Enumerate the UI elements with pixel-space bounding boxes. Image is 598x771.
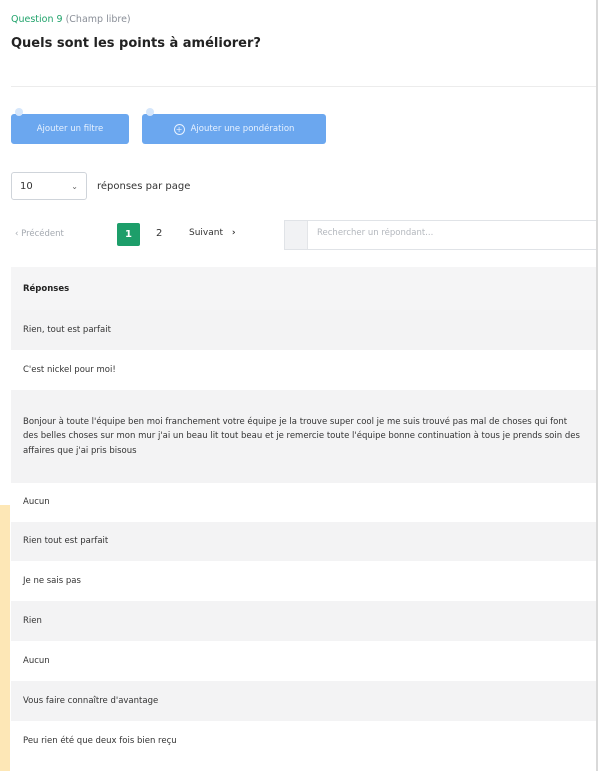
table-row: Peu rien été que deux fois bien reçu <box>11 721 596 761</box>
page-1-button[interactable]: 1 <box>117 223 140 246</box>
next-page-link[interactable]: Suivant › <box>189 228 236 238</box>
left-edge-strip <box>0 505 10 771</box>
table-row: Rien, tout est parfait <box>11 310 596 350</box>
question-title: Quels sont les points à améliorer? <box>11 36 261 51</box>
badge-dot-icon <box>146 108 154 116</box>
add-weighting-button[interactable]: + Ajouter une pondération <box>142 108 326 144</box>
question-number: Question 9 <box>11 14 63 25</box>
search-input[interactable] <box>315 227 589 239</box>
question-type: (Champ libre) <box>65 14 131 25</box>
add-filter-label: Ajouter un filtre <box>36 124 104 134</box>
search-addon <box>285 221 308 249</box>
table-row: Vous faire connaître d'avantage <box>11 681 596 721</box>
plus-circle-icon: + <box>173 123 185 135</box>
table-row: Aucun <box>11 483 596 522</box>
per-page-label: réponses par page <box>97 180 191 192</box>
page-2-button[interactable]: 2 <box>156 228 162 239</box>
per-page-value: 10 <box>20 180 33 192</box>
previous-label: Précédent <box>21 229 64 239</box>
next-label: Suivant <box>189 228 223 238</box>
chevron-left-icon: ‹ <box>15 229 19 239</box>
chevron-right-icon: › <box>231 228 236 238</box>
question-header: Question 9 (Champ libre) <box>11 14 131 25</box>
per-page-control: 10 ⌄ réponses par page <box>11 171 190 201</box>
table-row: Rien tout est parfait <box>11 522 596 561</box>
add-filter-button[interactable]: Ajouter un filtre <box>11 108 129 144</box>
table-row: Rien <box>11 601 596 641</box>
table-row: Aucun <box>11 641 596 681</box>
table-row: C'est nickel pour moi! <box>11 350 596 390</box>
pagination: ‹ Précédent 1 2 Suivant › <box>11 219 281 251</box>
chevron-down-icon: ⌄ <box>71 181 78 191</box>
add-weighting-label: Ajouter une pondération <box>190 124 295 134</box>
responses-table: Réponses Rien, tout est parfait C'est ni… <box>11 267 596 761</box>
per-page-select[interactable]: 10 ⌄ <box>11 172 87 200</box>
divider <box>11 86 596 87</box>
badge-dot-icon <box>15 108 23 116</box>
table-header: Réponses <box>11 267 596 310</box>
previous-page-link[interactable]: ‹ Précédent <box>15 229 64 239</box>
respondent-search <box>284 220 596 250</box>
table-row: Bonjour à toute l'équipe ben moi franche… <box>11 390 596 483</box>
table-row: Je ne sais pas <box>11 561 596 601</box>
